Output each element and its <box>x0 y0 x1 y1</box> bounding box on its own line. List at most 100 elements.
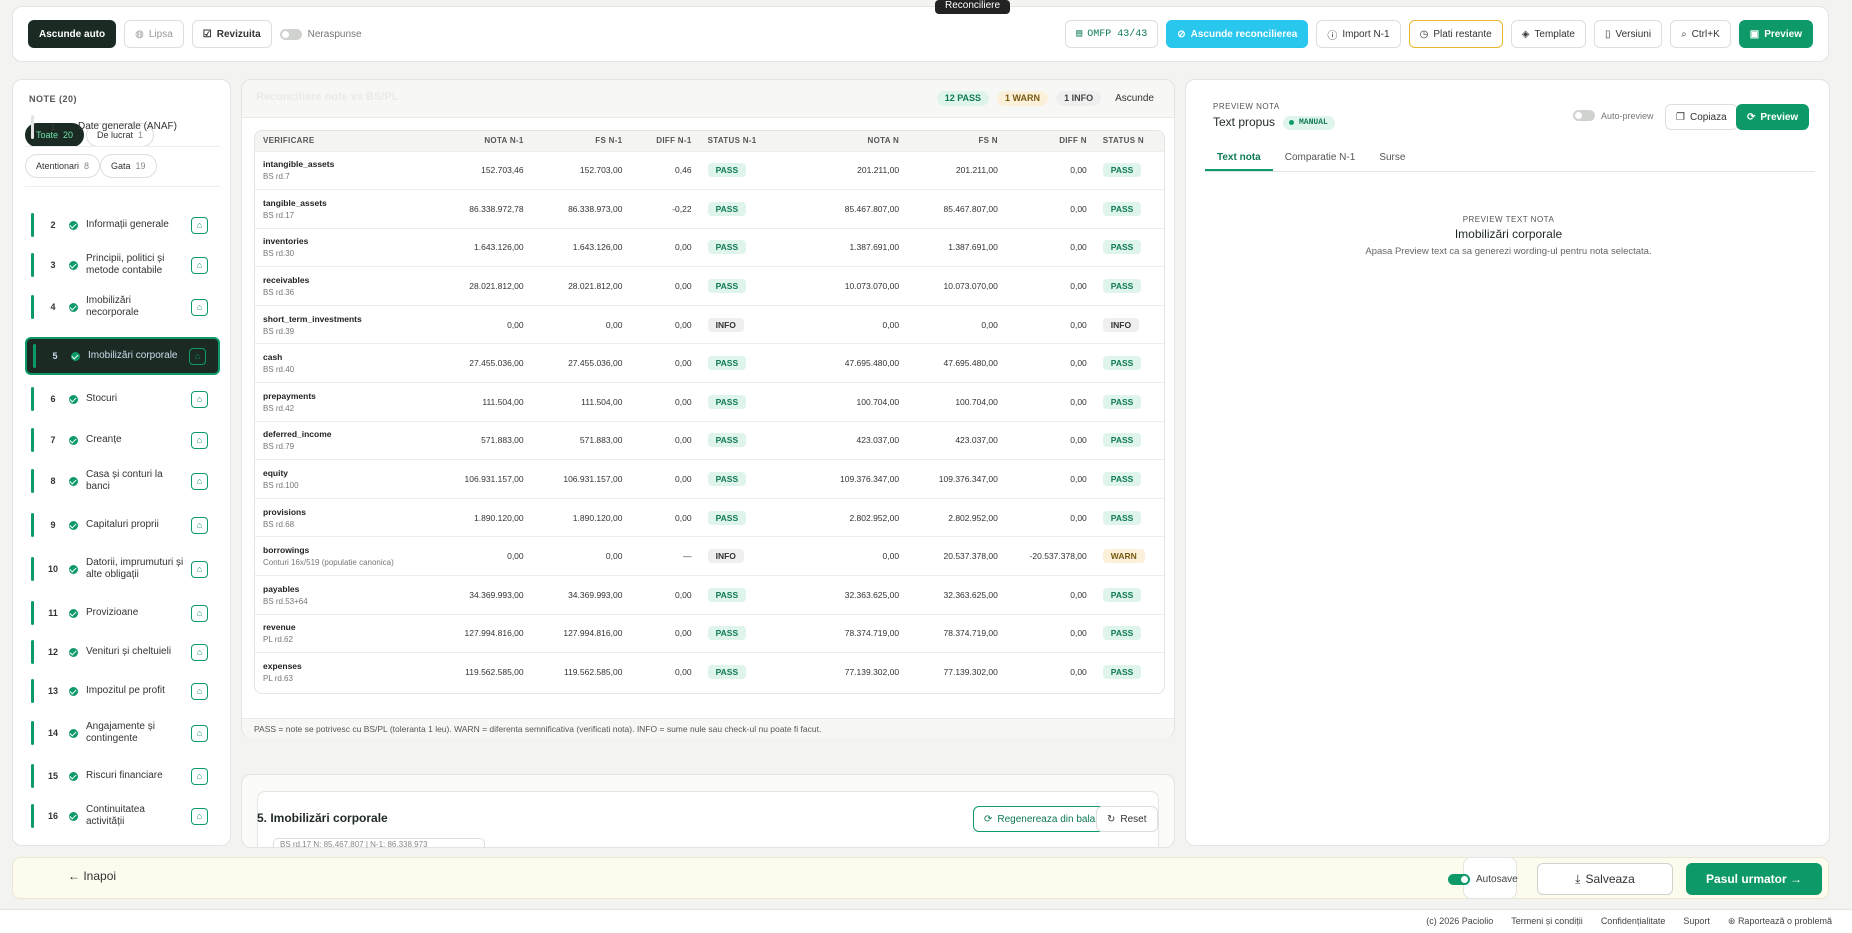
status-bar <box>31 513 34 537</box>
sidebar-note-item[interactable]: 6 Stocuri ⌂ <box>25 380 220 418</box>
refresh-icon: ⟳ <box>984 813 993 825</box>
value-cell: 109.376.347,00 <box>778 459 908 499</box>
hide-reconciliation-link[interactable]: Ascunde <box>1115 93 1154 104</box>
note-edit-icon[interactable]: ⌂ <box>191 298 208 316</box>
check-source: BS rd.30 <box>263 249 295 259</box>
sidebar-note-item[interactable]: 11 Provizioane ⌂ <box>25 594 220 632</box>
note-edit-icon[interactable]: ⌂ <box>191 431 208 449</box>
check-source: BS rd.36 <box>263 288 295 298</box>
command-search-button[interactable]: ⌕ Ctrl+K <box>1670 20 1731 48</box>
value-cell: 28.021.812,00 <box>432 266 532 306</box>
sidebar-note-item[interactable]: 13 Impozitul pe profit ⌂ <box>25 672 220 710</box>
autosave-switch[interactable] <box>1448 873 1470 885</box>
status-cell: PASS <box>1094 652 1164 692</box>
table-row: intangible_assets BS rd.7 152.703,46 152.70… <box>255 150 1164 190</box>
check-key: deferred_income <box>263 429 332 440</box>
status-cell: PASS <box>699 575 779 615</box>
sidebar-note-item[interactable]: 12 Venituri și cheltuieli ⌂ <box>25 633 220 671</box>
note-edit-icon[interactable]: ⌂ <box>191 724 208 742</box>
privacy-link[interactable]: Confidențialitate <box>1601 916 1666 927</box>
sidebar-note-item[interactable]: 8 Casa și conturi la banci ⌂ <box>25 462 220 500</box>
reviewed-filter-button[interactable]: ☑ Revizuita <box>191 20 272 48</box>
sidebar-note-item[interactable]: 1 Date generale (ANAF) <box>25 108 220 146</box>
note-edit-icon[interactable]: ⌂ <box>191 807 208 825</box>
unanswered-switch[interactable] <box>279 28 302 40</box>
note-edit-icon[interactable]: ⌂ <box>191 767 208 785</box>
note-edit-icon[interactable]: ⌂ <box>189 347 206 365</box>
auto-preview-toggle[interactable]: Auto-preview <box>1573 110 1654 121</box>
overdue-label: Plati restante <box>1433 28 1492 40</box>
status-legend: PASS = note se potrivesc cu BS/PL (toler… <box>242 718 1174 738</box>
sidebar-note-item[interactable]: 4 Imobilizări necorporale ⌂ <box>25 288 220 326</box>
preview-generate-button[interactable]: ⟳ Preview <box>1736 104 1810 130</box>
note-edit-icon[interactable]: ⌂ <box>191 390 208 408</box>
note-edit-icon[interactable]: ⌂ <box>191 516 208 534</box>
download-icon: ⤓ <box>1575 871 1581 886</box>
note-edit-icon[interactable]: ⌂ <box>191 256 208 274</box>
import-previous-button[interactable]: ⓘ Import N-1 <box>1316 20 1401 48</box>
sidebar-note-item[interactable]: 9 Capitaluri proprii ⌂ <box>25 506 220 544</box>
filter-label: Gata <box>111 161 131 171</box>
check-cell: equity BS rd.100 <box>255 459 433 499</box>
sidebar-note-item[interactable]: 10 Datorii, imprumuturi și alte obligații… <box>25 550 220 588</box>
check-cell: expenses PL rd.63 <box>255 652 433 692</box>
next-step-button[interactable]: Pasul urmator → <box>1686 863 1822 895</box>
note-preview-panel: PREVIEW NOTA Text propus MANUAL Auto-pre… <box>1185 79 1830 846</box>
omfp-label: OMFP 43/43 <box>1087 28 1148 40</box>
note-edit-icon[interactable]: ⌂ <box>191 472 208 490</box>
preview-top-button[interactable]: ▣ Preview <box>1738 20 1813 48</box>
overdue-payments-button[interactable]: ◷ Plati restante <box>1408 20 1503 48</box>
note-label: Informații generale <box>86 219 169 230</box>
status-cell: PASS <box>699 459 779 499</box>
tab-note-text[interactable]: Text nota <box>1205 148 1273 171</box>
note-edit-icon[interactable]: ⌂ <box>191 560 208 578</box>
filter-count: 8 <box>84 161 90 171</box>
versions-button[interactable]: ▯ Versiuni <box>1593 20 1663 48</box>
unanswered-toggle[interactable]: Neraspunse <box>279 28 362 40</box>
tab-comparison[interactable]: Comparatie N-1 <box>1273 148 1368 171</box>
back-button[interactable]: ← Inapoi <box>68 869 116 883</box>
reset-button[interactable]: ↻ Reset <box>1096 806 1158 832</box>
status-badge: PASS <box>707 201 747 216</box>
status-cell: PASS <box>699 652 779 692</box>
note-edit-icon[interactable]: ⌂ <box>191 604 208 622</box>
missing-filter-button[interactable]: ◍ Lipsa <box>124 20 184 48</box>
check-source: PL rd.62 <box>263 635 293 645</box>
terms-link[interactable]: Termeni și condiții <box>1511 916 1583 927</box>
note-edit-icon[interactable]: ⌂ <box>191 643 208 661</box>
sidebar-note-item[interactable]: 7 Creanțe ⌂ <box>25 421 220 459</box>
report-problem-link[interactable]: ⊛ Raportează o problemă <box>1728 916 1832 927</box>
filter-chip-done[interactable]: Gata 19 <box>100 154 157 178</box>
status-bar <box>31 721 34 745</box>
value-cell: 0,00 <box>907 304 1006 344</box>
hide-auto-button[interactable]: Ascunde auto <box>28 20 117 48</box>
status-cell: PASS <box>1094 227 1164 267</box>
value-cell: 0,00 <box>1005 343 1095 383</box>
omfp-badge-button[interactable]: ▤ OMFP 43/43 <box>1065 20 1159 48</box>
copy-button[interactable]: ❐ Copiaza <box>1665 104 1738 130</box>
status-cell: PASS <box>1094 150 1164 190</box>
support-link[interactable]: Suport <box>1683 916 1710 927</box>
status-badge: PASS <box>707 394 747 409</box>
check-key: revenue <box>263 622 296 633</box>
hide-reconciliation-button[interactable]: ⊘ Ascunde reconcilierea <box>1166 20 1309 48</box>
sidebar-note-item[interactable]: 2 Informații generale ⌂ <box>25 206 220 244</box>
note-edit-icon[interactable]: ⌂ <box>191 216 208 234</box>
note-label: Provizioane <box>86 607 139 618</box>
sidebar-note-item[interactable]: 3 Principii, politici și metode contabile… <box>25 246 220 284</box>
template-button[interactable]: ◈ Template <box>1510 20 1586 48</box>
value-cell: 77.139.302,00 <box>778 652 908 692</box>
note-edit-icon[interactable]: ⌂ <box>191 682 208 700</box>
tab-sources[interactable]: Surse <box>1367 148 1417 171</box>
sidebar-note-item[interactable]: 5 Imobilizări corporale ⌂ <box>25 337 220 375</box>
sidebar-note-item[interactable]: 15 Riscuri financiare ⌂ <box>25 757 220 795</box>
auto-preview-switch[interactable] <box>1573 110 1595 121</box>
status-cell: PASS <box>699 497 779 537</box>
sidebar-note-item[interactable]: 16 Continuitatea activității ⌂ <box>25 797 220 835</box>
autosave-toggle[interactable]: Autosave <box>1448 871 1518 887</box>
column-header: VERIFICARE <box>255 131 433 151</box>
filter-chip-warnings[interactable]: Atentionari 8 <box>25 154 101 178</box>
template-label: Template <box>1534 28 1575 40</box>
save-button[interactable]: ⤓ Salveaza <box>1537 863 1673 895</box>
sidebar-note-item[interactable]: 14 Angajamente și contingente ⌂ <box>25 714 220 752</box>
